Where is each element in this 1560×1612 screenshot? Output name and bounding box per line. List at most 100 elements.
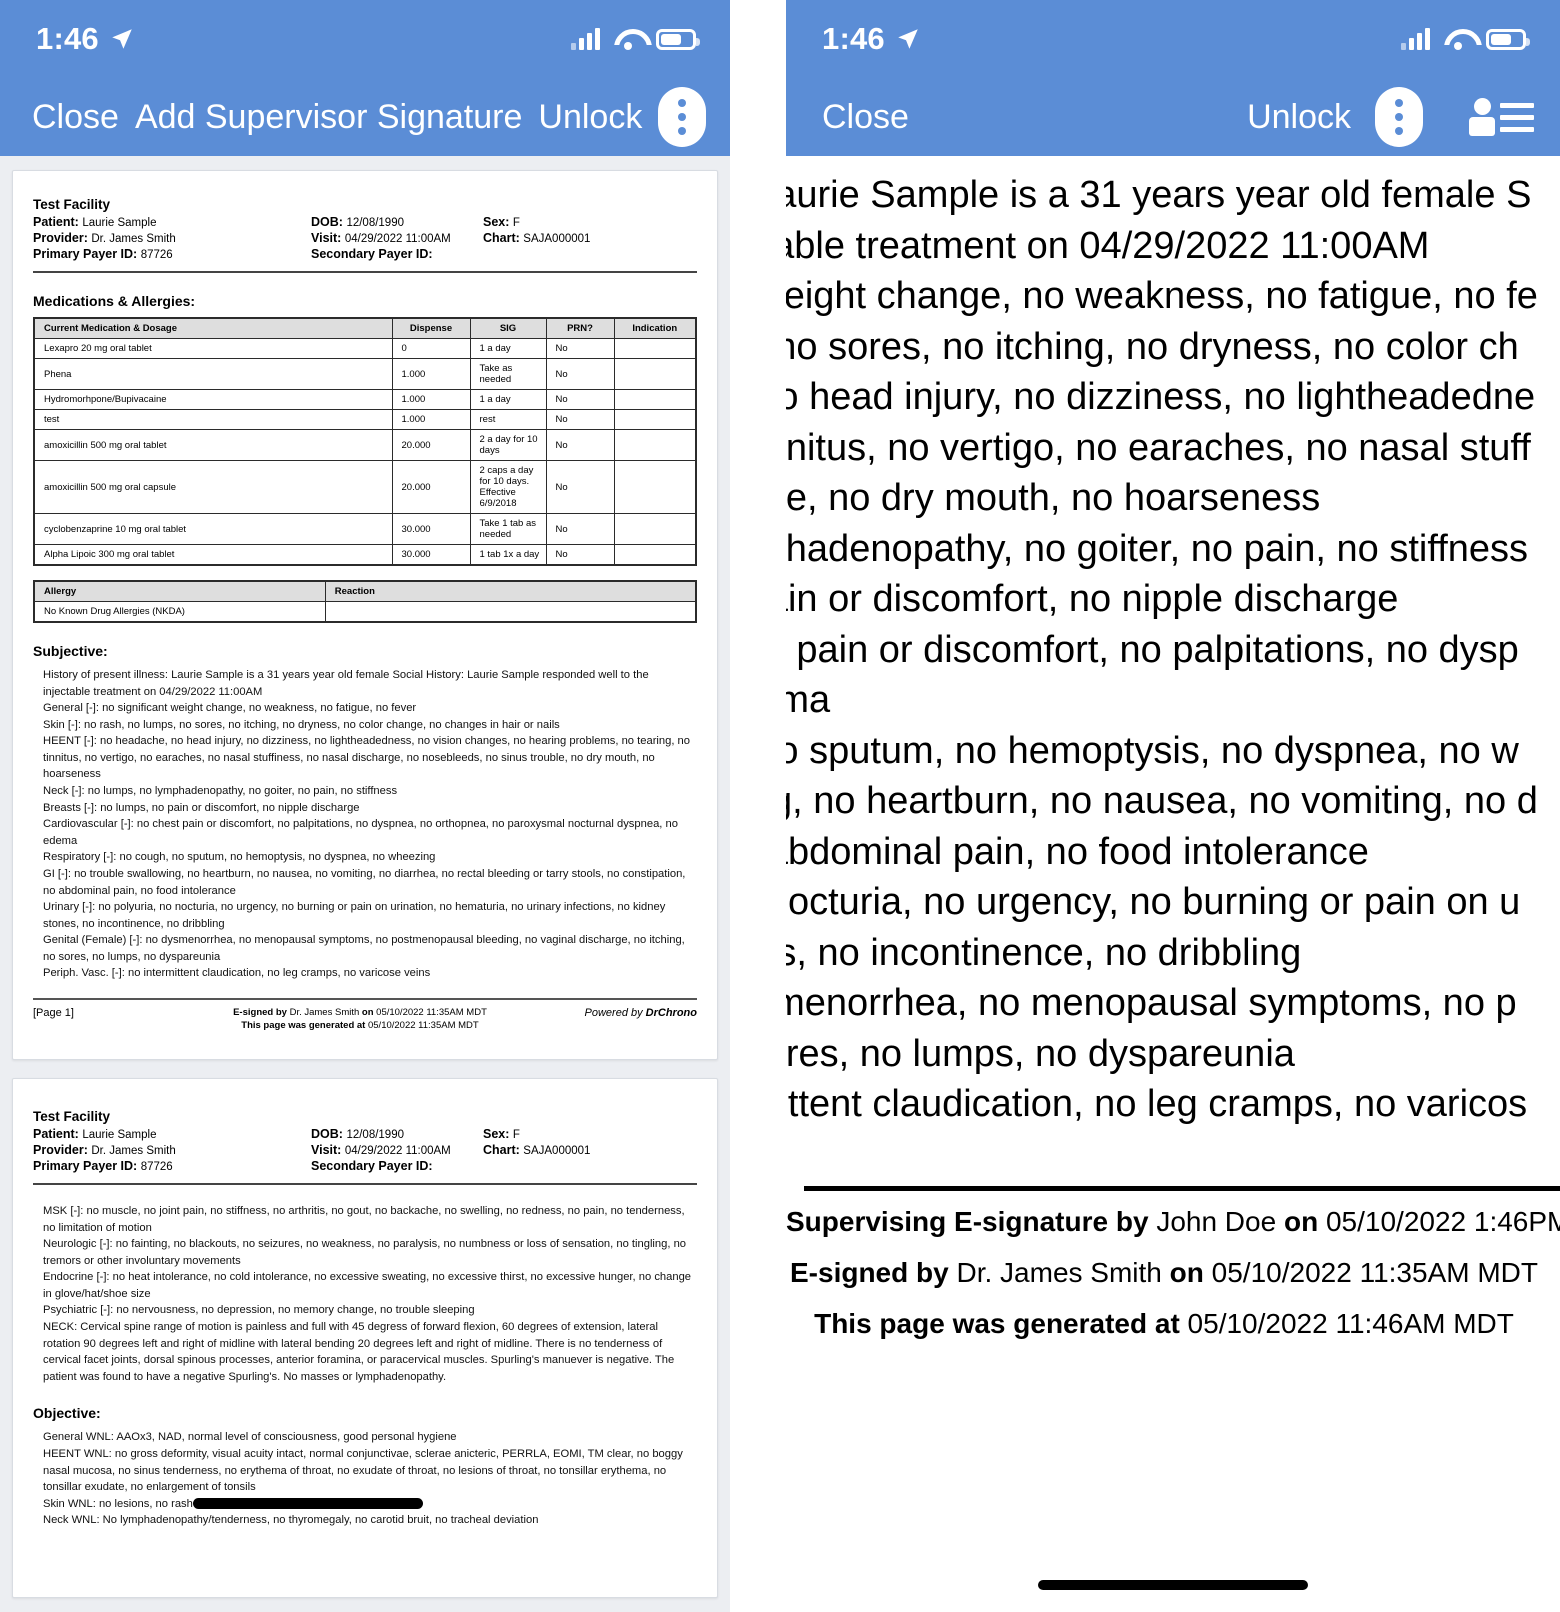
location-arrow-icon <box>898 29 918 49</box>
med-indication <box>613 460 697 514</box>
visit-label-2: Visit: <box>311 1143 342 1157</box>
powered-label: Powered by <box>584 1006 643 1019</box>
patient-label: Patient: <box>33 215 79 229</box>
zoomed-text-line: o sores, no lumps, no dyspareunia <box>786 1032 1295 1075</box>
navigation-bar-left: Close Add Supervisor Signature Unlock <box>0 78 730 156</box>
generated-label: This page was generated at <box>241 1019 366 1031</box>
wifi-icon <box>613 28 643 50</box>
patient-list-icon[interactable] <box>1469 98 1534 136</box>
body-paragraph: Neck WNL: No lymphadenopathy/tenderness,… <box>43 1514 539 1527</box>
medications-section-title: Medications & Allergies: <box>33 293 196 309</box>
body-paragraph: Neck [-]: no lumps, no lymphadenopathy, … <box>43 785 398 798</box>
document-scroll-area[interactable]: Test Facility Patient: Laurie Sample DOB… <box>0 156 730 1612</box>
unlock-button[interactable]: Unlock <box>1247 98 1351 137</box>
med-sig: 2 caps a day for 10 days. Effective 6/9/… <box>469 460 547 514</box>
status-time: 1:46 <box>36 21 99 56</box>
esigned-name: Dr. James Smith <box>289 1006 360 1018</box>
med-name: amoxicillin 500 mg oral tablet <box>33 429 393 461</box>
powered-by: Powered by DrChrono <box>547 1007 697 1019</box>
signature-block: Supervising E-signature by John Doe on 0… <box>786 1185 1560 1344</box>
body-paragraph: HEENT [-]: no headache, no head injury, … <box>43 735 691 781</box>
col-indication: Indication <box>613 317 697 339</box>
secondary-payer-label: Secondary Payer ID: <box>311 247 433 261</box>
header-row-patient-2: Patient: Laurie Sample DOB: 12/08/1990 S… <box>33 1127 697 1141</box>
zoomed-text-line: ouble, no dry mouth, no hoarseness <box>786 477 1321 519</box>
body-paragraph: Psychiatric [-]: no nervousness, no depr… <box>43 1304 475 1317</box>
close-button[interactable]: Close <box>822 98 909 137</box>
dob-value: 12/08/1990 <box>346 217 404 229</box>
dual-screenshot-container: 1:46 Close Add Supervisor Signature Unlo… <box>0 0 1560 1612</box>
status-bar-indicators <box>571 28 700 50</box>
med-dispense: 20.000 <box>391 429 471 461</box>
primary-payer-value: 87726 <box>140 249 173 261</box>
med-prn: No <box>545 389 615 410</box>
allergy-body: No Known Drug Allergies (NKDA) <box>33 601 697 623</box>
table-row: Phena 1.000 Take as needed No <box>33 358 697 390</box>
header-row-provider-2: Provider: Dr. James Smith Visit: 04/29/2… <box>33 1143 697 1157</box>
med-sig: Take as needed <box>469 358 547 390</box>
primary-payer-value-2: 87726 <box>140 1161 173 1173</box>
generated-date: 05/10/2022 11:35AM MDT <box>367 1019 479 1031</box>
medications-table: Current Medication & Dosage Dispense SIG… <box>33 317 697 566</box>
med-sig: Take 1 tab as needed <box>469 513 547 545</box>
med-name: Phena <box>33 358 393 390</box>
col-dispense: Dispense <box>391 317 471 339</box>
col-medication: Current Medication & Dosage <box>33 317 393 339</box>
med-name: Alpha Lipoic 300 mg oral tablet <box>33 544 393 566</box>
body-paragraph: Endocrine [-]: no heat intolerance, no c… <box>43 1271 692 1300</box>
header-row-provider: Provider: Dr. James Smith Visit: 04/29/2… <box>33 231 697 245</box>
page1-esigned-line: E-signed by Dr. James Smith on 05/10/202… <box>173 1007 547 1020</box>
zoomed-document-view[interactable]: s: Laurie Sample is a 31 years year old … <box>786 156 1560 1612</box>
person-glyph <box>1469 98 1495 136</box>
zoomed-text-line: dysmenorrhea, no menopausal symptoms, no… <box>786 982 1517 1024</box>
body-paragraph: Urinary [-]: no polyuria, no nocturia, n… <box>43 901 666 930</box>
zoomed-text-line: jectable treatment on 04/29/2022 11:00AM <box>786 224 1430 267</box>
cellular-signal-icon <box>1401 28 1430 50</box>
page1-footer: [Page 1] E-signed by Dr. James Smith on … <box>33 1000 697 1033</box>
body-paragraph: General WNL: AAOx3, NAD, normal level of… <box>43 1431 457 1444</box>
supervising-signature-line: Supervising E-signature by John Doe on 0… <box>786 1201 1560 1242</box>
supervising-label: Supervising E-signature by <box>786 1205 1149 1237</box>
chart-value: SAJA000001 <box>523 233 591 245</box>
more-options-icon[interactable] <box>658 87 707 147</box>
dob-label: DOB: <box>311 215 343 229</box>
home-indicator[interactable] <box>1038 1580 1308 1590</box>
dob-label-2: DOB: <box>311 1127 343 1141</box>
document-page-2: Test Facility Patient: Laurie Sample DOB… <box>12 1078 718 1598</box>
generated-line: This page was generated at 05/10/2022 11… <box>786 1303 1542 1344</box>
facility-name: Test Facility <box>33 197 111 212</box>
med-sig: 2 a day for 10 days <box>469 429 547 461</box>
table-row: amoxicillin 500 mg oral capsule 20.000 2 c… <box>33 460 697 514</box>
zoomed-text-line: h, no sputum, no hemoptysis, no dyspnea,… <box>786 729 1519 772</box>
patient-value-2: Laurie Sample <box>82 1129 157 1141</box>
page1-generated-line: This page was generated at 05/10/2022 11… <box>173 1020 547 1033</box>
unlock-button[interactable]: Unlock <box>538 98 642 137</box>
status-bar-time-group: 1:46 <box>36 21 135 57</box>
zoomed-text-line: ones, no incontinence, no dribbling <box>786 931 1302 974</box>
body-paragraph: Periph. Vasc. [-]: no intermittent claud… <box>43 967 431 980</box>
body-paragraph: Genital (Female) [-]: no dysmenorrhea, n… <box>43 934 685 963</box>
redaction-bar <box>192 1498 423 1510</box>
provider-label: Provider: <box>33 231 88 245</box>
more-options-icon[interactable] <box>1375 87 1423 147</box>
table-row: Lexapro 20 mg oral tablet 0 1 a day No <box>33 338 697 359</box>
col-sig: SIG <box>469 317 547 339</box>
med-dispense: 30.000 <box>391 513 471 545</box>
visit-value-2: 04/29/2022 11:00AM <box>344 1145 451 1157</box>
status-bar-right: 1:46 <box>786 0 1560 78</box>
location-arrow-icon <box>112 29 132 49</box>
med-indication <box>613 338 697 359</box>
close-button[interactable]: Close <box>32 98 119 137</box>
header-row-payer: Primary Payer ID: 87726 Secondary Payer … <box>33 247 697 261</box>
patient-label-2: Patient: <box>33 1127 79 1141</box>
page1-signature-block: E-signed by Dr. James Smith on 05/10/202… <box>173 1007 547 1033</box>
med-indication <box>613 389 697 410</box>
table-row: amoxicillin 500 mg oral tablet 20.000 2 a … <box>33 429 697 461</box>
supervising-on: on <box>1283 1205 1319 1237</box>
medications-header-row: Current Medication & Dosage Dispense SIG… <box>33 317 697 339</box>
sex-label-2: Sex: <box>483 1127 510 1141</box>
status-bar-indicators-right <box>1401 28 1530 50</box>
zoomed-text-line: o pain or discomfort, no nipple discharg… <box>786 578 1399 620</box>
med-sig: 1 tab 1x a day <box>469 544 547 566</box>
visit-label: Visit: <box>311 231 342 245</box>
